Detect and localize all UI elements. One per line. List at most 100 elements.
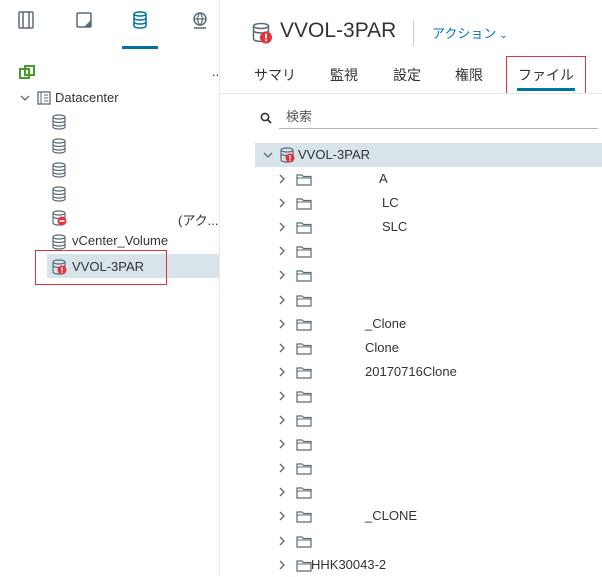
datastore-label: vCenter_Volume	[72, 233, 169, 248]
chevron-down-icon[interactable]	[262, 149, 274, 161]
actions-label: アクション	[432, 26, 497, 41]
folder-icon	[296, 415, 312, 427]
actions-menu-button[interactable]: アクション ⌄	[432, 23, 508, 42]
chevron-right-icon[interactable]	[276, 318, 288, 330]
folder-icon	[296, 270, 312, 282]
chevron-right-icon[interactable]	[276, 173, 288, 185]
tabs-divider	[220, 93, 602, 94]
folder-row[interactable]	[255, 384, 602, 408]
chevron-right-icon[interactable]	[276, 366, 288, 378]
tree-item-datastore[interactable]	[0, 111, 219, 133]
annotation-highlight-box	[35, 250, 167, 285]
folder-icon	[296, 174, 312, 186]
chevron-right-icon[interactable]	[276, 438, 288, 450]
chevron-right-icon[interactable]	[276, 510, 288, 522]
folder-row[interactable]: HHK30043-2	[255, 553, 602, 577]
folder-icon	[296, 463, 312, 475]
folder-icon	[296, 222, 312, 234]
network-icon	[193, 12, 207, 29]
folder-label: Clone	[365, 339, 399, 355]
tree-more-label: ..	[212, 64, 220, 79]
chevron-right-icon[interactable]	[276, 390, 288, 402]
tree-item-datastore-error[interactable]: (アク...	[0, 207, 219, 229]
tab-summary[interactable]: サマリ	[254, 65, 296, 85]
folder-icon	[296, 391, 312, 403]
folder-row[interactable]: SLC	[255, 215, 602, 239]
chevron-down-icon[interactable]	[19, 92, 31, 104]
chevron-right-icon[interactable]	[276, 414, 288, 426]
folder-row[interactable]: _Clone	[255, 312, 602, 336]
folder-icon	[296, 198, 312, 210]
folder-row[interactable]	[255, 432, 602, 456]
search-input[interactable]	[279, 104, 598, 129]
chevron-right-icon[interactable]	[276, 197, 288, 209]
chevron-right-icon[interactable]	[276, 269, 288, 281]
chevron-right-icon[interactable]	[276, 535, 288, 547]
tree-item-datastore[interactable]	[0, 183, 219, 205]
page-title: VVOL-3PAR	[280, 19, 397, 42]
vms-templates-tab[interactable]	[66, 10, 102, 50]
chevron-right-icon[interactable]	[276, 559, 288, 571]
content-panel: VVOL-3PAR アクション⌄ サマリ 監視 設定 権限 ファイル VVOL-…	[220, 0, 602, 575]
hosts-icon	[18, 11, 34, 29]
hosts-clusters-tab[interactable]	[8, 10, 44, 50]
tree-item-datacenter[interactable]: Datacenter	[0, 87, 219, 109]
chevron-down-icon: ⌄	[499, 30, 508, 41]
nav-tab-underline	[122, 46, 158, 49]
search-icon	[260, 112, 272, 124]
chevron-right-icon[interactable]	[276, 342, 288, 354]
folder-label: HHK30043-2	[311, 556, 387, 572]
folder-icon	[296, 511, 312, 523]
tree-item-vcenter[interactable]: ..	[0, 62, 219, 84]
folder-row[interactable]	[255, 408, 602, 432]
folder-row[interactable]	[255, 480, 602, 504]
folder-row[interactable]: 20170716Clone	[255, 360, 602, 384]
tab-monitor[interactable]: 監視	[330, 65, 358, 85]
datastore-error-icon	[52, 210, 67, 226]
chevron-right-icon[interactable]	[276, 294, 288, 306]
datastore-error-icon	[280, 147, 295, 163]
folder-label: 20170716Clone	[365, 363, 457, 379]
tree-item-datastore[interactable]	[0, 135, 219, 157]
folder-row[interactable]: _CLONE	[255, 504, 602, 528]
folder-row[interactable]: A	[255, 167, 602, 191]
folder-row[interactable]	[255, 529, 602, 553]
folder-icon	[296, 535, 312, 548]
folder-row[interactable]: LC	[255, 191, 602, 215]
folder-row[interactable]: Clone	[255, 336, 602, 360]
chevron-right-icon[interactable]	[276, 462, 288, 474]
tree-item-datastore[interactable]	[0, 159, 219, 181]
folder-row[interactable]	[255, 288, 602, 312]
tree-root-label: VVOL-3PAR	[298, 147, 371, 162]
chevron-right-icon[interactable]	[276, 245, 288, 257]
datastore-icon	[52, 186, 66, 202]
networking-tab[interactable]	[182, 10, 218, 50]
tab-permissions[interactable]: 権限	[455, 65, 483, 85]
active-tab-underline	[517, 88, 575, 91]
folder-icon	[296, 367, 312, 379]
folder-icon	[296, 246, 312, 258]
vm-icon	[76, 12, 92, 28]
folder-icon	[296, 439, 312, 451]
tree-root-vvol-3par[interactable]: VVOL-3PAR	[255, 143, 602, 167]
folder-label: _Clone	[365, 315, 407, 331]
chevron-right-icon[interactable]	[276, 221, 288, 233]
database-icon	[133, 11, 147, 29]
datastore-icon	[52, 162, 66, 178]
chevron-right-icon[interactable]	[276, 486, 288, 498]
folder-label: _CLONE	[365, 508, 418, 524]
folder-row[interactable]	[255, 456, 602, 480]
vcenter-icon	[19, 65, 35, 79]
folder-label: LC	[382, 195, 399, 211]
tab-configure[interactable]: 設定	[393, 65, 421, 85]
datacenter-label: Datacenter	[55, 90, 119, 105]
datastore-icon	[52, 234, 66, 250]
datacenter-icon	[37, 91, 51, 105]
folder-row[interactable]	[255, 263, 602, 287]
datastore-label: (アク...	[178, 213, 219, 228]
title-divider	[413, 20, 414, 46]
folder-label: SLC	[382, 219, 408, 235]
storage-tab[interactable]	[122, 10, 158, 50]
tab-files[interactable]: ファイル	[518, 65, 574, 85]
folder-row[interactable]	[255, 239, 602, 263]
